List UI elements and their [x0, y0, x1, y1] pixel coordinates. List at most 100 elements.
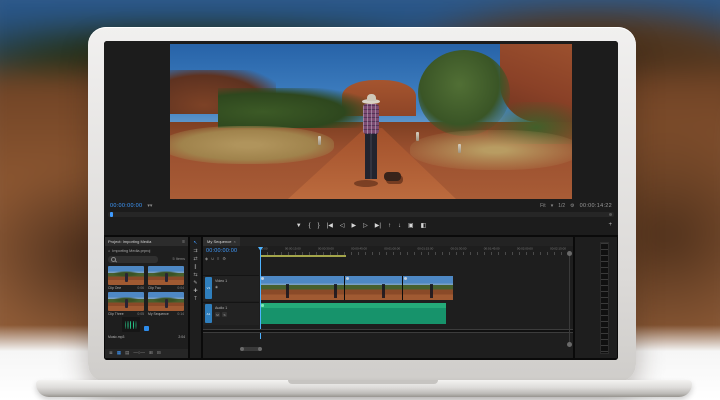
audio-meters-panel: [575, 237, 617, 358]
audio-track-header[interactable]: A1 Audio 1 M S: [203, 302, 259, 325]
new-item-badge-icon[interactable]: [144, 326, 149, 331]
extract-button[interactable]: ↓: [398, 223, 401, 229]
project-item-clip-three[interactable]: Clip Three 0:05: [108, 292, 144, 316]
timeline-panel: My Sequence × 00:00:00:00 ◈∪≡⚙ 00:0000:0…: [203, 237, 573, 358]
zoom-slider[interactable]: —○—: [133, 351, 145, 356]
timeline-zoom-scrollbar[interactable]: [241, 347, 261, 351]
play-button[interactable]: ▶: [352, 223, 357, 229]
project-item-clip-one[interactable]: Clip One0:06: [108, 266, 144, 290]
desktop-scene: 00:00:00:00 ▾▾ Fit ▾ 1/2 ⚙ 00:00:14:22 ▼…: [0, 0, 720, 400]
clip-duration: 0:06: [137, 286, 144, 290]
preview-dog: [384, 172, 401, 181]
slip-tool[interactable]: ⇆: [193, 273, 197, 278]
freeform-view-button[interactable]: ▤: [125, 351, 129, 356]
selection-tool[interactable]: ↖: [193, 241, 197, 246]
type-tool[interactable]: T: [194, 297, 197, 302]
ruler-tick-label: 00:01:30:00: [451, 247, 467, 251]
solo-button[interactable]: S: [222, 312, 227, 317]
monitor-display-dropdown[interactable]: ▾: [150, 203, 153, 209]
go-to-in-button[interactable]: |◀: [327, 223, 333, 229]
go-to-out-button[interactable]: ▶|: [375, 223, 381, 229]
monitor-playhead[interactable]: [110, 212, 113, 217]
pen-tool[interactable]: ✎: [193, 281, 197, 286]
work-area-bar[interactable]: [260, 255, 346, 257]
list-view-button[interactable]: ≣: [109, 351, 113, 356]
timeline-tab-bar: My Sequence ×: [203, 237, 573, 246]
audio-item-duration: 2:04: [178, 335, 185, 339]
timeline-playhead[interactable]: [260, 247, 261, 339]
settings-wrench-icon[interactable]: ⚙: [570, 203, 574, 209]
tab-close-icon[interactable]: ×: [233, 239, 235, 244]
zoom-level-caret-icon: ▾: [551, 203, 554, 209]
lift-button[interactable]: ↑: [388, 223, 391, 229]
preview-trees-left: [218, 88, 368, 128]
fx-badge-icon: [261, 277, 264, 280]
zoom-level-dropdown[interactable]: Fit: [540, 203, 546, 209]
monitor-current-timecode[interactable]: 00:00:00:00: [110, 203, 142, 209]
comparison-view-button[interactable]: ◧: [421, 223, 427, 229]
video-track-row: V1 Video 1 ◉: [203, 275, 573, 301]
mark-in-button[interactable]: {: [309, 223, 311, 229]
button-editor-plus[interactable]: +: [608, 222, 612, 228]
project-panel-header[interactable]: Project: Importing Media ≡: [105, 237, 188, 246]
new-item-button[interactable]: ⊟: [157, 351, 161, 356]
audio-source-patch[interactable]: A1: [205, 304, 212, 323]
clip-duration: 0:05: [137, 312, 144, 316]
ripple-edit-tool[interactable]: ⇄: [193, 257, 197, 262]
export-frame-button[interactable]: ▣: [408, 223, 414, 229]
clip-boundary: [402, 276, 403, 300]
linked-selection-toggle[interactable]: ≡: [217, 257, 219, 261]
timeline-vertical-scrollbar[interactable]: [569, 253, 570, 345]
search-input[interactable]: [108, 256, 158, 263]
tools-panel: ↖ ⇉ ⇄ ∥ ⇆ ✎ ✚ T: [190, 237, 201, 358]
video-preview[interactable]: [170, 44, 572, 199]
audio-fx-badge-icon: [261, 304, 264, 307]
person-hat: [367, 94, 376, 101]
items-count: 5 Items: [173, 256, 185, 263]
timeline-settings-wrench[interactable]: ⚙: [222, 257, 226, 261]
add-marker-button[interactable]: ▼: [296, 223, 302, 229]
video-track-name: Video 1: [215, 279, 227, 283]
nest-toggle[interactable]: ◈: [205, 257, 208, 261]
project-item-my-sequence[interactable]: My Sequence0:14: [148, 292, 184, 316]
razor-tool[interactable]: ∥: [194, 265, 197, 270]
audio-clip[interactable]: [260, 303, 446, 324]
program-monitor-panel: 00:00:00:00 ▾▾ Fit ▾ 1/2 ⚙ 00:00:14:22 ▼…: [104, 41, 618, 237]
monitor-scrubber[interactable]: [108, 212, 614, 217]
track-select-tool[interactable]: ⇉: [193, 249, 197, 254]
laptop-hinge: [288, 380, 438, 384]
project-bin-name: Importing Media.prproj: [112, 249, 150, 253]
project-item-music[interactable]: [122, 317, 140, 332]
timeline-tab-my-sequence[interactable]: My Sequence ×: [203, 237, 240, 246]
timeline-header-icons: ◈∪≡⚙: [205, 257, 226, 261]
mark-out-button[interactable]: }: [318, 223, 320, 229]
project-item-clip-two[interactable]: Clip Two0:04: [148, 266, 184, 290]
new-bin-button[interactable]: ⊞: [149, 351, 153, 356]
video-track-header[interactable]: V1 Video 1 ◉: [203, 275, 259, 301]
person-legs: [365, 133, 377, 179]
timeline-current-timecode[interactable]: 00:00:00:00: [206, 248, 237, 254]
project-bin-row[interactable]: ⌂ Importing Media.prproj: [105, 247, 188, 254]
snap-toggle[interactable]: ∪: [211, 257, 214, 261]
icon-view-button[interactable]: ▦: [117, 351, 121, 356]
hand-tool[interactable]: ✚: [193, 289, 197, 294]
panel-menu-icon[interactable]: ≡: [182, 239, 185, 245]
track-area-divider: [203, 329, 573, 333]
sequence-thumbnail: [148, 292, 184, 311]
clip-thumbnail: [108, 266, 144, 285]
monitor-scrubber-end: [609, 213, 612, 216]
mute-button[interactable]: M: [215, 312, 220, 317]
step-back-button[interactable]: ◁: [340, 223, 345, 229]
preview-fence-post: [318, 136, 321, 145]
preview-person: [358, 94, 384, 196]
playback-resolution-dropdown[interactable]: 1/2: [558, 203, 565, 209]
audio-item-name: Music.mp3: [108, 335, 124, 339]
preview-grass-right: [410, 130, 572, 170]
video-source-patch[interactable]: V1: [205, 277, 212, 299]
audio-track-name: Audio 1: [215, 306, 227, 310]
track-eye-icon[interactable]: ◉: [215, 285, 218, 289]
clip-name: Clip Three: [108, 312, 124, 316]
ruler-tick-label: 00:01:00:00: [384, 247, 400, 251]
step-forward-button[interactable]: ▷: [363, 223, 368, 229]
video-clip-filmstrip[interactable]: [260, 276, 453, 300]
